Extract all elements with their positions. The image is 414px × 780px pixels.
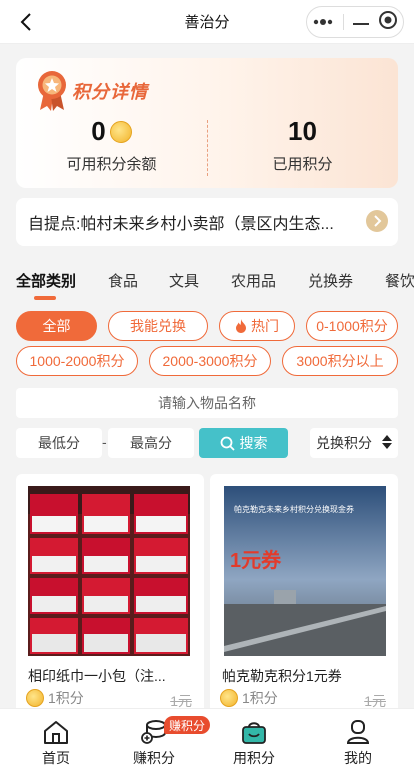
chip-hot[interactable]: 热门 bbox=[219, 311, 295, 341]
earn-points-badge: 赚积分 bbox=[164, 716, 211, 734]
used-points-label: 已用积分 bbox=[272, 156, 333, 173]
mini-program-capsule bbox=[306, 6, 404, 38]
points-detail-card: 积分详情 0 可用积分余额 10 已用积分 bbox=[16, 58, 398, 188]
search-button-label: 搜索 bbox=[239, 435, 268, 451]
used-points: 10 已用积分 bbox=[207, 116, 398, 174]
sort-label: 兑换积分 bbox=[316, 435, 372, 451]
shopping-basket-icon bbox=[242, 722, 266, 744]
product-points: 1积分 bbox=[48, 690, 84, 706]
close-target-icon[interactable] bbox=[378, 10, 398, 35]
item-name-search-input[interactable]: 请输入物品名称 bbox=[16, 388, 398, 418]
product-card[interactable]: 相印纸巾一小包（注... 1积分 1元 bbox=[16, 474, 204, 724]
tab-all-categories[interactable]: 全部类别 bbox=[16, 270, 76, 291]
product-points: 1积分 bbox=[242, 690, 278, 706]
flame-icon bbox=[235, 319, 247, 333]
tab-stationery[interactable]: 文具 bbox=[169, 270, 199, 291]
range-dash: - bbox=[102, 434, 107, 450]
voucher-image-amount: 1元券 bbox=[230, 550, 282, 572]
nav-use-label: 用积分 bbox=[233, 750, 275, 766]
search-button[interactable]: 搜索 bbox=[199, 428, 288, 458]
points-card-title: 积分详情 bbox=[72, 82, 148, 102]
user-icon bbox=[346, 720, 370, 744]
product-card[interactable]: 帕克勒克未来乡村积分兑换现金券 1元券 帕克勒克积分1元券 1积分 1元 bbox=[210, 474, 398, 724]
category-tabs: 全部类别 食品 文具 农用品 兑换券 餐饮 bbox=[0, 258, 414, 304]
voucher-image-caption: 帕克勒克未来乡村积分兑换现金券 bbox=[234, 505, 354, 514]
capsule-divider bbox=[342, 14, 344, 30]
chip-0-1000[interactable]: 0-1000积分 bbox=[306, 311, 398, 341]
active-tab-indicator bbox=[34, 296, 56, 300]
coin-icon bbox=[109, 120, 132, 143]
max-points-input[interactable]: 最高分 bbox=[108, 428, 194, 458]
chip-2000-3000[interactable]: 2000-3000积分 bbox=[149, 346, 271, 376]
used-points-value: 10 bbox=[288, 116, 317, 146]
nav-home[interactable]: 首页 bbox=[16, 719, 96, 768]
nav-mine[interactable]: 我的 bbox=[318, 719, 398, 768]
tab-dining[interactable]: 餐饮 bbox=[385, 270, 414, 291]
available-points-label: 可用积分余额 bbox=[66, 156, 157, 173]
min-points-input[interactable]: 最低分 bbox=[16, 428, 102, 458]
available-points: 0 可用积分余额 bbox=[16, 116, 207, 174]
sort-by-points-select[interactable]: 兑换积分 bbox=[310, 428, 398, 458]
chip-1000-2000[interactable]: 1000-2000积分 bbox=[16, 346, 138, 376]
pickup-point-text: 自提点:帕村未来乡村小卖部（景区内生态... bbox=[28, 216, 334, 233]
coin-icon bbox=[26, 689, 44, 707]
tab-vouchers[interactable]: 兑换券 bbox=[308, 270, 353, 291]
coin-icon bbox=[220, 689, 238, 707]
minimize-icon[interactable] bbox=[353, 13, 370, 31]
available-points-value: 0 bbox=[91, 116, 106, 146]
product-price: 1积分 bbox=[220, 688, 278, 708]
product-name: 帕克勒克积分1元券 bbox=[222, 668, 342, 684]
sort-arrows-icon bbox=[382, 435, 392, 449]
chip-can-redeem[interactable]: 我能兑换 bbox=[108, 311, 208, 341]
chip-hot-label: 热门 bbox=[251, 318, 279, 334]
product-price: 1积分 bbox=[26, 688, 84, 708]
nav-earn-label: 赚积分 bbox=[133, 750, 175, 766]
chip-all[interactable]: 全部 bbox=[16, 311, 97, 341]
medal-icon bbox=[32, 68, 72, 112]
tab-food[interactable]: 食品 bbox=[108, 270, 138, 291]
home-icon bbox=[44, 721, 68, 744]
chip-3000-plus[interactable]: 3000积分以上 bbox=[282, 346, 398, 376]
pickup-point-selector[interactable]: 自提点:帕村未来乡村小卖部（景区内生态... bbox=[16, 198, 398, 246]
nav-use-points[interactable]: 用积分 bbox=[214, 719, 294, 768]
nav-home-label: 首页 bbox=[42, 750, 70, 766]
tab-agricultural[interactable]: 农用品 bbox=[231, 270, 276, 291]
chevron-right-icon[interactable] bbox=[366, 210, 388, 232]
search-icon bbox=[220, 436, 235, 451]
product-name: 相印纸巾一小包（注... bbox=[28, 668, 166, 684]
nav-mine-label: 我的 bbox=[344, 750, 372, 766]
title-bar: 善治分 bbox=[0, 0, 414, 44]
more-icon[interactable] bbox=[312, 13, 334, 31]
tissue-pack-image bbox=[28, 486, 190, 656]
